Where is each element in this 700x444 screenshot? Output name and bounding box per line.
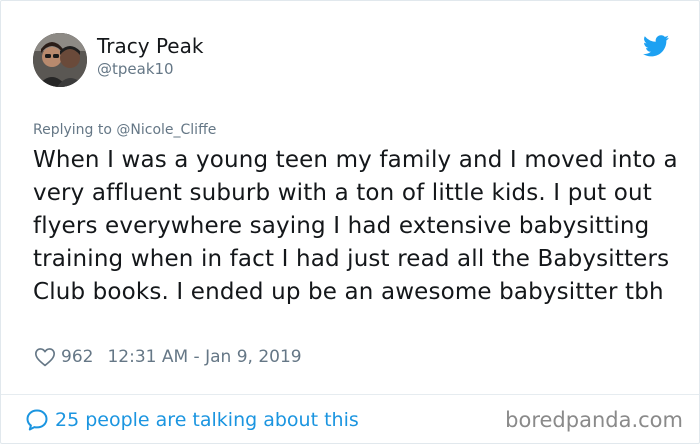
conversation-link-label: 25 people are talking about this bbox=[55, 409, 359, 431]
conversation-link[interactable]: 25 people are talking about this bbox=[25, 406, 359, 434]
avatar[interactable] bbox=[33, 33, 87, 87]
reply-prefix: Replying to bbox=[33, 122, 112, 138]
speech-bubble-icon bbox=[26, 409, 48, 431]
tweet-card: Tracy Peak @tpeak10 Replying to @Nicole_… bbox=[0, 0, 700, 444]
heart-icon[interactable] bbox=[34, 346, 56, 368]
tweet-meta: 962 12:31 AM - Jan 9, 2019 bbox=[34, 345, 302, 369]
reply-context: Replying to @Nicole_Cliffe bbox=[33, 121, 216, 139]
watermark: boredpanda.com bbox=[505, 408, 683, 432]
author-display-name[interactable]: Tracy Peak bbox=[97, 33, 203, 59]
divider bbox=[1, 394, 699, 395]
reply-to-mention[interactable]: @Nicole_Cliffe bbox=[116, 122, 216, 138]
like-count[interactable]: 962 bbox=[61, 347, 93, 367]
tweet-text: When I was a young teen my family and I … bbox=[33, 147, 678, 305]
twitter-bird-icon[interactable] bbox=[643, 35, 669, 57]
profile-photo-icon bbox=[33, 33, 87, 87]
author-handle[interactable]: @tpeak10 bbox=[97, 59, 174, 79]
tweet-timestamp[interactable]: 12:31 AM - Jan 9, 2019 bbox=[107, 347, 301, 367]
